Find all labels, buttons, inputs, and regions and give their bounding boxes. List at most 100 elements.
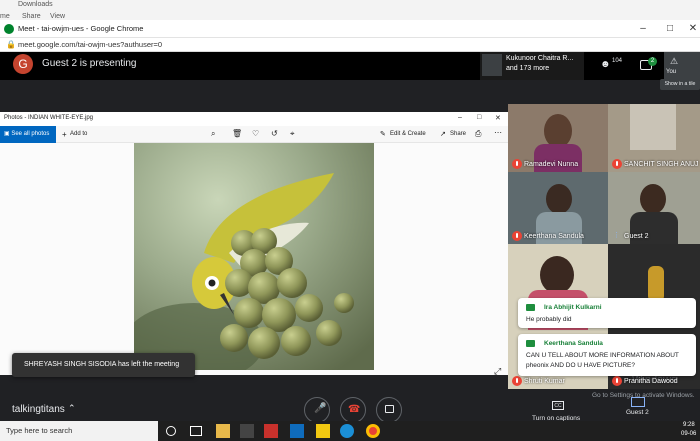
photos-minimize-icon[interactable]: – — [458, 114, 462, 121]
file-explorer-strip: Downloads me Share View — [0, 0, 700, 20]
self-view-tile[interactable]: ⚠ You — [664, 52, 700, 80]
chat-sender: Ira Abhijit Kulkarni — [544, 304, 602, 311]
pinned-thumbnail — [482, 54, 502, 76]
chrome-icon[interactable] — [366, 424, 380, 438]
camera-button[interactable] — [376, 397, 402, 423]
chevron-up-icon[interactable]: ⌃ — [68, 403, 76, 414]
media-app-icon[interactable] — [264, 424, 278, 438]
taskbar-search-text: Type here to search — [6, 426, 73, 435]
chat-button[interactable]: 2 — [640, 57, 660, 75]
address-bar[interactable]: 🔒 meet.google.com/tai-owjm-ues?authuser=… — [0, 38, 700, 52]
photos-maximize-icon[interactable]: □ — [477, 114, 481, 121]
presenting-status: Guest 2 is presenting — [42, 58, 137, 69]
more-icon[interactable]: ⋯ — [494, 128, 502, 137]
share-button[interactable]: Share — [450, 131, 466, 137]
photos-toolbar: + Add to ⌕ 🗑 ♡ ↺ ⌖ ✎ Edit & Create ↗ Sha… — [0, 126, 508, 143]
outlook-icon[interactable] — [290, 424, 304, 438]
participant-name: Guest 2 — [624, 233, 649, 240]
taskbar-date: 09-06 — [681, 431, 697, 437]
bird-photo — [134, 143, 374, 370]
explorer-tab-home[interactable]: me — [0, 13, 10, 20]
chat-message-icon — [526, 304, 535, 311]
captions-button[interactable]: CC Turn on captions — [522, 401, 592, 422]
share-icon: ↗ — [440, 131, 446, 138]
hang-up-icon: ☎ — [348, 404, 361, 415]
mic-off-icon — [512, 159, 522, 169]
taskbar-search[interactable]: Type here to search — [0, 421, 158, 441]
show-in-tile-tooltip: Show in a tile — [660, 79, 700, 90]
participant-tile[interactable]: ⋮ Guest 2 — [608, 172, 700, 244]
chat-message[interactable]: Keerthana Sandula CAN U TELL ABOUT MORE … — [518, 334, 696, 376]
explorer-tab-view[interactable]: View — [50, 13, 65, 20]
participant-name: Shruti Kumar — [524, 378, 565, 385]
participant-background — [630, 104, 676, 150]
chat-sender: Keerthana Sandula — [544, 340, 603, 347]
add-to-button[interactable]: Add to — [70, 131, 87, 137]
photos-title-bar: Photos - INDIAN WHITE-EYE.jpg – □ ✕ — [0, 112, 508, 126]
see-all-photos-button[interactable]: ▣ See all photos — [0, 126, 56, 143]
file-explorer-icon[interactable] — [216, 424, 230, 438]
participant-figure — [544, 114, 572, 148]
edit-create-button[interactable]: Edit & Create — [390, 131, 426, 137]
participant-name: Keerthana Sandula — [524, 233, 584, 240]
participant-tile[interactable]: Ramadevi Nunna — [508, 104, 608, 172]
meeting-name[interactable]: talkingtitans — [12, 404, 65, 415]
explorer-tab-share[interactable]: Share — [22, 13, 41, 20]
lock-icon: 🔒 — [6, 40, 16, 49]
url-text: meet.google.com/tai-owjm-ues?authuser=0 — [18, 40, 163, 49]
zoom-icon[interactable]: ⌕ — [211, 129, 215, 139]
people-count: 104 — [612, 58, 623, 64]
pinned-participant[interactable]: Kukunoor Chaitra R... and 173 more — [480, 52, 584, 80]
chrome-window-title: Meet - tai-owjm-ues - Google Chrome — [18, 24, 144, 33]
presenting-header: G Guest 2 is presenting Kukunoor Chaitra… — [0, 52, 700, 80]
participant-name: Ramadevi Nunna — [524, 161, 579, 168]
rotate-icon[interactable]: ↺ — [271, 129, 278, 138]
cortana-icon[interactable] — [166, 426, 176, 436]
mic-off-icon — [512, 376, 522, 386]
participant-figure — [648, 266, 664, 302]
edit-icon: ✎ — [380, 131, 386, 138]
people-icon: ☻ — [600, 59, 611, 70]
store-icon[interactable] — [240, 424, 254, 438]
minimize-button[interactable]: – — [636, 23, 650, 34]
sticky-notes-icon[interactable] — [316, 424, 330, 438]
pinned-name: Kukunoor Chaitra R... — [506, 55, 574, 62]
participant-figure — [640, 184, 666, 214]
participant-figure — [540, 256, 574, 294]
task-view-icon[interactable] — [190, 426, 202, 436]
see-all-label: See all photos — [11, 131, 50, 137]
more-participants: and 173 more — [506, 65, 550, 72]
microphone-button[interactable]: 🎤 — [304, 397, 330, 423]
photos-title: Photos - INDIAN WHITE-EYE.jpg — [4, 115, 94, 121]
delete-icon[interactable]: 🗑 — [232, 129, 242, 138]
taskbar-time: 9:28 — [683, 422, 695, 428]
chat-message[interactable]: Ira Abhijit Kulkarni He probably did — [518, 298, 696, 328]
close-button[interactable]: ✕ — [686, 23, 700, 34]
camera-icon — [385, 405, 394, 413]
present-label: Guest 2 — [626, 409, 649, 416]
participant-name: SANCHIT SINGH ANUJ — [624, 161, 699, 168]
edge-icon[interactable] — [340, 424, 354, 438]
chrome-title-bar: Meet - tai-owjm-ues - Google Chrome – □ … — [0, 20, 700, 38]
maximize-button[interactable]: □ — [663, 23, 677, 34]
people-button[interactable]: ☻ 104 — [600, 58, 628, 74]
participant-tile[interactable]: Keerthana Sandula — [508, 172, 608, 244]
photos-close-icon[interactable]: ✕ — [495, 114, 501, 122]
leave-call-button[interactable]: ☎ — [340, 397, 366, 423]
speaking-icon: ⋮ — [613, 232, 620, 239]
participant-tile[interactable]: SANCHIT SINGH ANUJ — [608, 104, 700, 172]
presenter-avatar: G — [13, 54, 33, 74]
chat-text: CAN U TELL ABOUT MORE INFORMATION ABOUT … — [526, 352, 679, 369]
chat-text: He probably did — [526, 316, 572, 323]
you-label: You — [666, 69, 677, 75]
print-icon[interactable]: ⎙ — [475, 129, 481, 139]
crop-icon[interactable]: ⌖ — [290, 129, 295, 139]
participant-figure — [546, 184, 572, 214]
meet-control-bar: talkingtitans ⌃ 🎤 ☎ CC Turn on captions … — [0, 392, 700, 423]
microphone-icon: 🎤 — [314, 403, 327, 414]
favorite-icon[interactable]: ♡ — [252, 129, 259, 138]
mic-off-icon — [512, 231, 522, 241]
fullscreen-icon[interactable]: ⤢ — [494, 366, 501, 377]
explorer-title: Downloads — [18, 1, 53, 8]
captions-icon: CC — [552, 401, 564, 410]
